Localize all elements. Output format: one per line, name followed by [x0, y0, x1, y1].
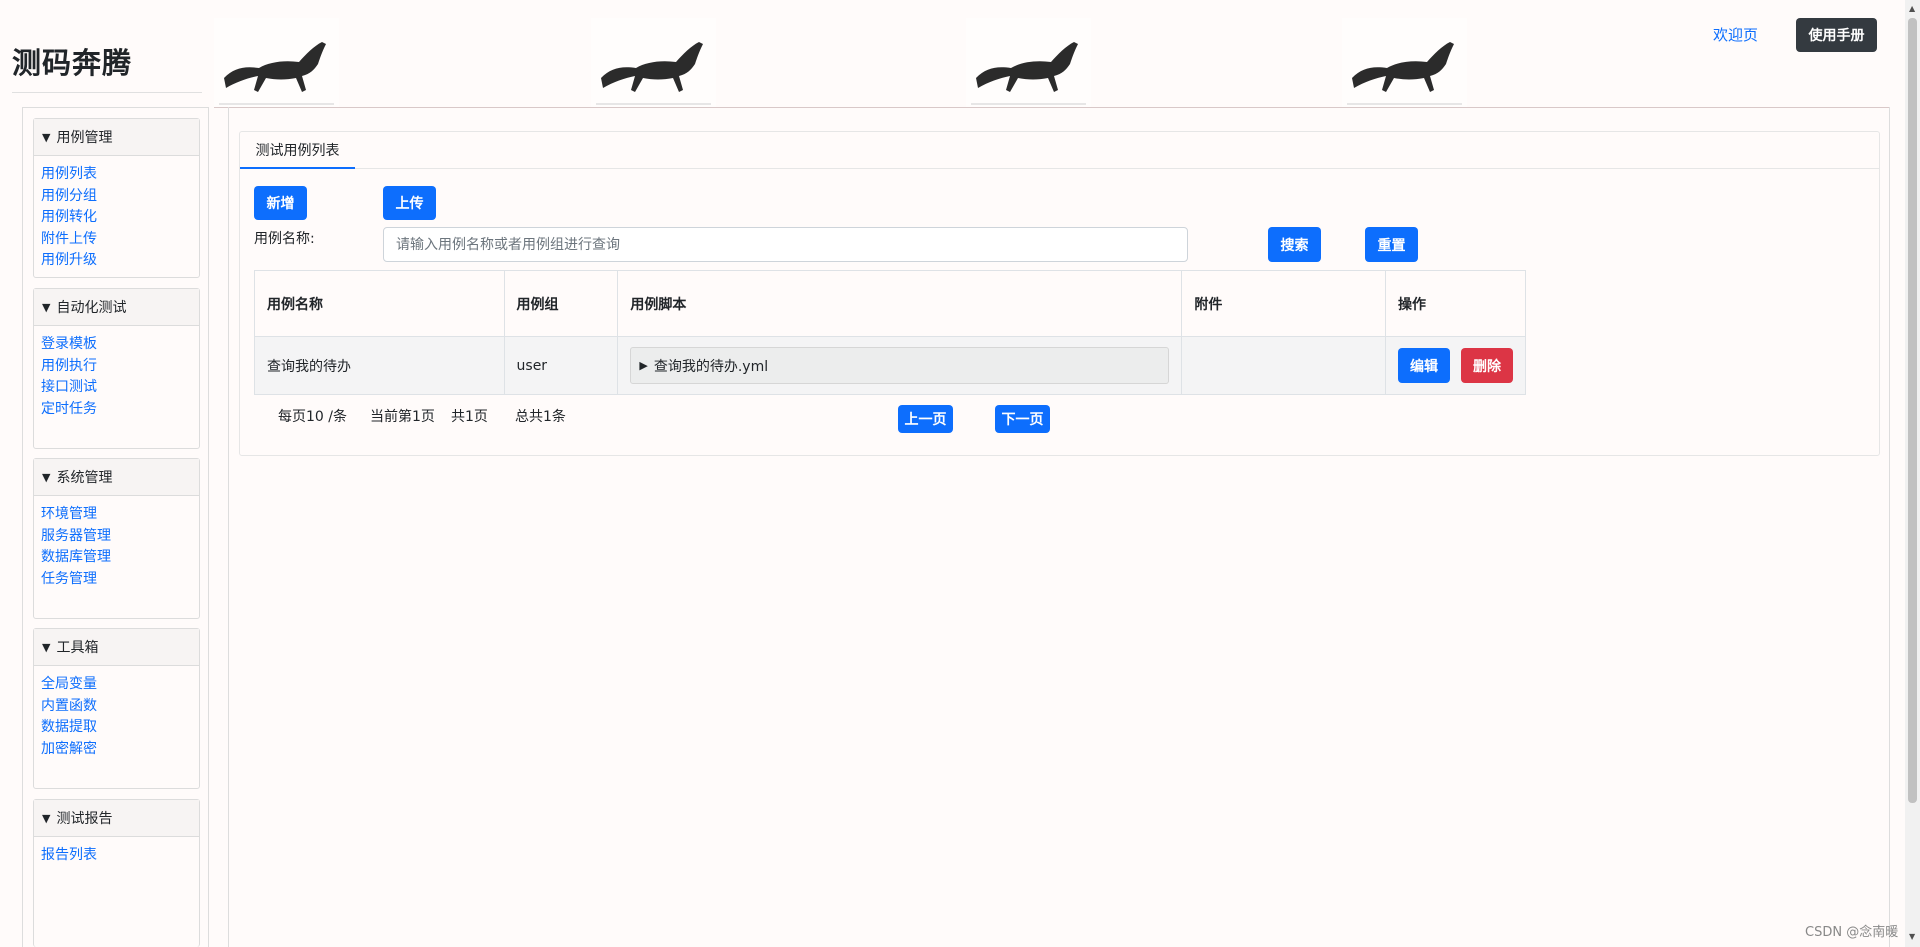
pager-per-page: 每页10 /条 [278, 409, 347, 425]
cell-case-group: user [503, 336, 619, 395]
sidebar-item-case-list[interactable]: 用例列表 [41, 164, 192, 186]
sidebar-item-case-convert[interactable]: 用例转化 [41, 207, 192, 229]
search-button[interactable]: 搜索 [1268, 227, 1321, 262]
sidebar-item-attachment-upload[interactable]: 附件上传 [41, 229, 192, 251]
triangle-right-icon: ▶ [639, 359, 648, 372]
table-row: 查询我的待办 user ▶ 查询我的待办.yml 编辑 删除 [254, 336, 1527, 395]
sidebar-item-case-upgrade[interactable]: 用例升级 [41, 250, 192, 272]
upload-button[interactable]: 上传 [383, 186, 436, 220]
column-header-script: 用例脚本 [617, 270, 1183, 337]
sidebar-item-case-execute[interactable]: 用例执行 [41, 356, 192, 378]
triangle-down-icon: ▼ [42, 470, 51, 484]
sidebar-item-database[interactable]: 数据库管理 [41, 547, 192, 569]
header-banner [214, 18, 1470, 108]
search-input[interactable] [383, 227, 1188, 262]
vertical-scrollbar[interactable]: ▲ ▼ [1905, 0, 1920, 947]
triangle-down-icon: ▼ [42, 130, 51, 144]
cell-case-script: ▶ 查询我的待办.yml [617, 336, 1183, 395]
manual-button[interactable]: 使用手册 [1796, 18, 1877, 52]
menu-group-header[interactable]: ▼ 用例管理 [34, 119, 199, 156]
sidebar-item-login-template[interactable]: 登录模板 [41, 334, 192, 356]
column-header-attachment: 附件 [1181, 270, 1386, 337]
cell-attachment [1181, 336, 1386, 395]
menu-group-system: ▼ 系统管理 环境管理 服务器管理 数据库管理 任务管理 [33, 458, 200, 619]
case-table: 用例名称 用例组 用例脚本 附件 操作 查询我的待办 user ▶ 查询我的待办… [254, 270, 1527, 395]
tab-case-list[interactable]: 测试用例列表 [240, 132, 355, 169]
watermark: CSDN @念南暖 [1805, 925, 1899, 940]
menu-group-toolbox: ▼ 工具箱 全局变量 内置函数 数据提取 加密解密 [33, 628, 200, 789]
brand-divider [12, 92, 202, 93]
table-header-row: 用例名称 用例组 用例脚本 附件 操作 [254, 270, 1527, 337]
edit-button[interactable]: 编辑 [1397, 348, 1450, 383]
triangle-down-icon: ▼ [42, 811, 51, 825]
search-label: 用例名称: [254, 231, 315, 247]
menu-group-report: ▼ 测试报告 报告列表 [33, 799, 200, 947]
pager-total-pages: 共1页 [451, 409, 488, 425]
cell-actions: 编辑 删除 [1384, 336, 1527, 395]
sidebar-item-encrypt-decrypt[interactable]: 加密解密 [41, 739, 192, 761]
reset-button[interactable]: 重置 [1365, 227, 1418, 262]
delete-button[interactable]: 删除 [1460, 348, 1513, 383]
menu-group-header[interactable]: ▼ 自动化测试 [34, 289, 199, 326]
tabs-bar [239, 131, 1880, 169]
sidebar-item-env[interactable]: 环境管理 [41, 504, 192, 526]
horse-image [591, 18, 716, 108]
sidebar-item-global-vars[interactable]: 全局变量 [41, 674, 192, 696]
menu-group-header[interactable]: ▼ 系统管理 [34, 459, 199, 496]
triangle-down-icon: ▼ [42, 640, 51, 654]
horse-image [966, 18, 1091, 108]
prev-page-button[interactable]: 上一页 [898, 405, 953, 433]
pager-current: 当前第1页 [370, 409, 435, 425]
menu-group-header[interactable]: ▼ 工具箱 [34, 629, 199, 666]
pager-total-items: 总共1条 [515, 409, 566, 425]
sidebar-item-server[interactable]: 服务器管理 [41, 526, 192, 548]
brand-title: 测码奔腾 [12, 46, 133, 80]
menu-group-case-management: ▼ 用例管理 用例列表 用例分组 用例转化 附件上传 用例升级 [33, 118, 200, 278]
sidebar-item-data-extract[interactable]: 数据提取 [41, 717, 192, 739]
column-header-group: 用例组 [503, 270, 619, 337]
sidebar-item-case-group[interactable]: 用例分组 [41, 186, 192, 208]
sidebar-item-report-list[interactable]: 报告列表 [41, 845, 192, 867]
horse-image [214, 18, 339, 108]
script-toggle[interactable]: ▶ 查询我的待办.yml [630, 347, 1170, 384]
welcome-link[interactable]: 欢迎页 [1713, 24, 1758, 45]
column-header-name: 用例名称 [254, 270, 505, 337]
menu-group-automation: ▼ 自动化测试 登录模板 用例执行 接口测试 定时任务 [33, 288, 200, 449]
column-header-actions: 操作 [1384, 270, 1527, 337]
add-button[interactable]: 新增 [254, 186, 307, 220]
triangle-down-icon: ▼ [42, 300, 51, 314]
cell-case-name: 查询我的待办 [254, 336, 505, 395]
sidebar-item-task[interactable]: 任务管理 [41, 569, 192, 591]
scroll-down-icon[interactable]: ▼ [1909, 932, 1915, 941]
next-page-button[interactable]: 下一页 [995, 405, 1050, 433]
sidebar-item-scheduled-task[interactable]: 定时任务 [41, 399, 192, 421]
horse-image [1342, 18, 1467, 108]
scroll-up-icon[interactable]: ▲ [1909, 4, 1915, 13]
sidebar-item-builtin-funcs[interactable]: 内置函数 [41, 696, 192, 718]
sidebar-item-api-test[interactable]: 接口测试 [41, 377, 192, 399]
scrollbar-thumb[interactable] [1908, 18, 1917, 803]
menu-group-header[interactable]: ▼ 测试报告 [34, 800, 199, 837]
